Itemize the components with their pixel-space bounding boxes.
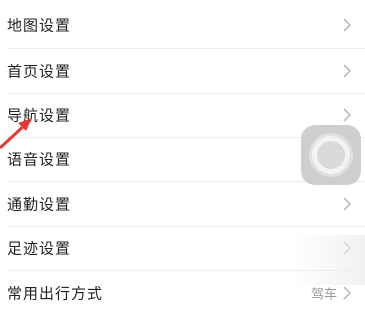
settings-item-home[interactable]: 首页设置 xyxy=(0,49,365,93)
settings-item-label: 足迹设置 xyxy=(7,239,72,258)
chevron-right-icon xyxy=(343,286,352,300)
chevron-right-icon xyxy=(343,197,352,211)
chevron-right-icon xyxy=(343,18,352,32)
settings-list: 地图设置 首页设置 导航设置 语音设置 通勤设置 足迹设置 常用出行方式 驾车 xyxy=(0,0,365,305)
settings-item-label: 语音设置 xyxy=(7,150,72,169)
settings-item-label: 通勤设置 xyxy=(7,195,72,214)
settings-item-label: 导航设置 xyxy=(7,106,72,125)
settings-item-label: 地图设置 xyxy=(7,16,72,35)
settings-item-value: 驾车 xyxy=(310,287,337,303)
settings-item-map[interactable]: 地图设置 xyxy=(0,3,365,47)
settings-item-label: 常用出行方式 xyxy=(7,284,104,303)
assistive-touch-core xyxy=(317,141,345,169)
assistive-touch-button[interactable] xyxy=(301,125,361,185)
chevron-right-icon xyxy=(343,108,352,122)
settings-item-commute[interactable]: 通勤设置 xyxy=(0,182,365,226)
settings-item-label: 首页设置 xyxy=(7,62,72,81)
edge-shade xyxy=(295,235,365,285)
chevron-right-icon xyxy=(343,64,352,78)
